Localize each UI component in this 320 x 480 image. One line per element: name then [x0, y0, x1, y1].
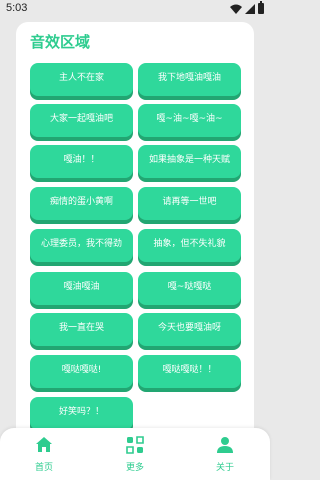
sound-button[interactable]: 主人不在家: [30, 63, 133, 96]
home-icon: [36, 437, 52, 452]
sound-button[interactable]: 请再等一世吧: [138, 187, 241, 220]
nav-home-label: 首页: [34, 463, 53, 473]
sound-button[interactable]: 嘎~油~嘎~油~: [138, 104, 241, 137]
sound-button[interactable]: 如果抽象是一种天赋: [138, 145, 241, 178]
status-icons: [230, 1, 264, 14]
sound-button[interactable]: 嘎哒嘎哒！！: [138, 355, 241, 388]
section-title: 音效区域: [30, 33, 91, 51]
bottom-nav: 首页 更多 关于: [0, 428, 270, 480]
nav-home[interactable]: 首页: [14, 428, 74, 480]
sound-button[interactable]: 嘎~哒嘎哒: [138, 272, 241, 305]
nav-about-label: 关于: [215, 463, 234, 473]
sound-button[interactable]: 嘎哒嘎哒!: [30, 355, 133, 388]
status-bar: 5:03: [0, 0, 270, 18]
wifi-icon: [230, 4, 242, 14]
person-icon: [217, 437, 233, 453]
sound-panel: 音效区域 主人不在家 我下地嘎油嘎油 大家一起嘎油吧 嘎~油~嘎~油~ 嘎油！！…: [16, 22, 254, 480]
sound-button[interactable]: 心理委员，我不得劲: [30, 229, 133, 262]
sound-button[interactable]: 大家一起嘎油吧: [30, 104, 133, 137]
status-time: 5:03: [6, 2, 28, 14]
sound-button[interactable]: 好笑吗？！: [30, 397, 133, 430]
sound-button[interactable]: 嘎油！！: [30, 145, 133, 178]
signal-icon: [245, 3, 255, 14]
sound-button[interactable]: 嘎油嘎油: [30, 272, 133, 305]
sound-button[interactable]: 抽象，但不失礼貌: [138, 229, 241, 262]
sound-button[interactable]: 痴情的蛋小黄啊: [30, 187, 133, 220]
grid-more-icon: [126, 436, 144, 454]
nav-about[interactable]: 关于: [195, 428, 255, 480]
battery-icon: [258, 1, 264, 14]
sound-button[interactable]: 我一直在哭: [30, 313, 133, 346]
nav-more-label: 更多: [125, 463, 144, 473]
nav-more[interactable]: 更多: [105, 428, 165, 480]
sound-button[interactable]: 今天也要嘎油呀: [138, 313, 241, 346]
sound-button[interactable]: 我下地嘎油嘎油: [138, 63, 241, 96]
